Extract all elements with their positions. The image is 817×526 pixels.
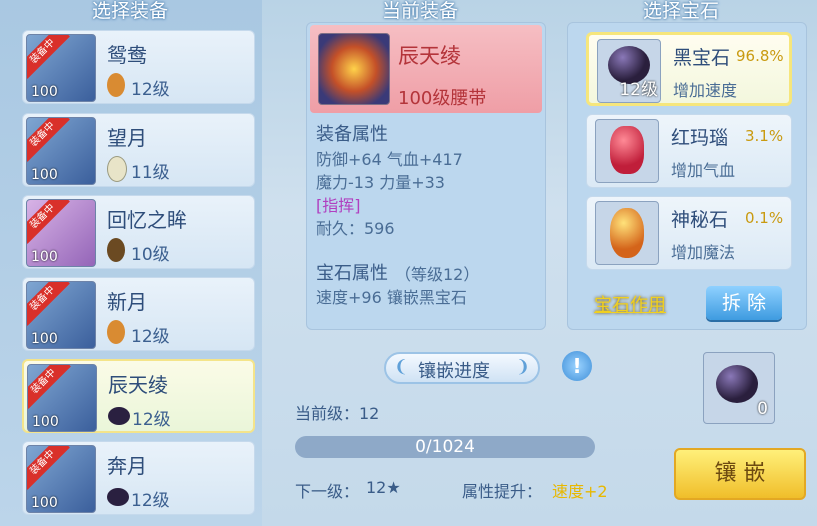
gem-slot: 12级 <box>597 39 661 103</box>
gem-slot <box>595 119 659 183</box>
next-level-value: 12★ <box>366 478 401 497</box>
gem-icon <box>108 407 130 425</box>
gem-icon <box>107 73 125 97</box>
gem-description: 增加速度 <box>673 81 738 100</box>
inlay-button[interactable]: 镶 嵌 <box>674 448 806 500</box>
gem-level: 12级 <box>131 80 170 100</box>
equipment-item-5-selected[interactable]: 装备中 100 辰天绫 12级 <box>22 359 255 433</box>
current-equipment-header: 当前装备 <box>382 0 459 22</box>
equipment-attr-line1: 防御+64 气血+417 <box>316 150 463 169</box>
equipment-item-4[interactable]: 装备中 100 新月 12级 <box>22 277 255 351</box>
gem-level-badge: 12级 <box>619 80 658 100</box>
red-agate-icon <box>610 126 644 174</box>
select-equipment-header: 选择装备 <box>92 0 169 22</box>
equipment-thumbnail: 装备中 100 <box>27 364 97 432</box>
equipment-name: 辰天绫 <box>108 373 168 397</box>
gem-attr-title: 宝石属性 <box>316 263 388 284</box>
equipment-thumbnail: 装备中 100 <box>26 34 96 102</box>
attr-up-value: 速度+2 <box>552 482 608 501</box>
gem-description: 增加魔法 <box>671 243 736 262</box>
inlay-progress-title-pill: ❨ 镶嵌进度 ❩ <box>384 352 540 384</box>
equipment-thumbnail: 装备中 100 <box>26 199 96 267</box>
equipped-tag: 装备中 <box>27 35 70 79</box>
equipment-item-6[interactable]: 装备中 100 奔月 12级 <box>22 441 255 515</box>
attr-up-label: 属性提升： <box>462 482 543 501</box>
equipment-level-badge: 100 <box>31 495 58 511</box>
black-gem-icon <box>716 365 758 403</box>
equipment-thumbnail: 装备中 100 <box>26 117 96 185</box>
equipped-tag: 装备中 <box>27 446 70 490</box>
equipment-name: 鸳鸯 <box>107 43 147 67</box>
gem-icon <box>107 488 129 506</box>
equipped-tag: 装备中 <box>27 200 70 244</box>
gem-icon <box>107 238 125 262</box>
equipment-item-3[interactable]: 装备中 100 回忆之眸 10级 <box>22 195 255 269</box>
gem-option-mystery-stone[interactable]: 神秘石 0.1% 增加魔法 <box>586 196 792 270</box>
equipment-level-badge: 100 <box>31 84 58 100</box>
inlay-progress-value: 0/1024 <box>415 437 475 457</box>
gem-level: 12级 <box>131 491 170 511</box>
gem-level: 12级 <box>132 410 171 430</box>
slot-count: 0 <box>757 399 768 419</box>
gem-effect-link[interactable]: 宝石作用 <box>594 291 666 317</box>
equipment-level-badge: 100 <box>31 331 58 347</box>
selected-gem-slot[interactable]: 0 <box>703 352 775 424</box>
select-gem-header: 选择宝石 <box>643 0 720 22</box>
gem-option-red-agate[interactable]: 红玛瑙 3.1% 增加气血 <box>586 114 792 188</box>
equipment-title: 辰天绫 <box>398 44 461 68</box>
equipment-item-1[interactable]: 装备中 100 鸳鸯 12级 <box>22 30 255 104</box>
equipment-special-skill: [指挥] <box>316 196 361 215</box>
gem-name: 黑宝石 <box>673 47 731 69</box>
current-level: 当前级：12 <box>295 404 380 423</box>
equipment-name: 新月 <box>107 290 147 314</box>
gem-name: 红玛瑙 <box>671 127 729 149</box>
gem-attr-line: 速度+96 镶嵌黑宝石 <box>316 288 467 307</box>
equipment-item-2[interactable]: 装备中 100 望月 11级 <box>22 113 255 187</box>
equipment-name: 奔月 <box>107 454 147 478</box>
remove-gem-button[interactable]: 拆 除 <box>706 286 782 320</box>
gem-probability: 0.1% <box>745 209 784 227</box>
equipment-attr-title: 装备属性 <box>316 124 388 145</box>
mystery-stone-icon <box>610 208 644 258</box>
gem-description: 增加气血 <box>671 161 736 180</box>
gem-attr-level: （等级12） <box>395 265 480 284</box>
swirl-left-icon: ❨ <box>394 357 409 377</box>
gem-icon <box>107 156 127 182</box>
info-icon[interactable]: ! <box>562 351 592 381</box>
gem-level: 11级 <box>131 163 170 183</box>
equipped-tag: 装备中 <box>27 282 70 326</box>
equipment-thumbnail: 装备中 100 <box>26 281 96 349</box>
equipment-name: 回忆之眸 <box>107 208 187 232</box>
equipment-name: 望月 <box>107 126 147 150</box>
equipment-level-badge: 100 <box>31 249 58 265</box>
equipped-tag: 装备中 <box>28 365 71 409</box>
gem-option-black[interactable]: 12级 黑宝石 96.8% 增加速度 <box>586 32 792 106</box>
gem-level: 12级 <box>131 327 170 347</box>
gem-icon <box>107 320 125 344</box>
equipment-durability: 耐久：596 <box>316 219 395 238</box>
gem-probability: 96.8% <box>736 47 784 65</box>
swirl-right-icon: ❩ <box>515 357 530 377</box>
gem-level: 10级 <box>131 245 170 265</box>
equipment-level-badge: 100 <box>31 167 58 183</box>
equipment-thumbnail: 装备中 100 <box>26 445 96 513</box>
equipment-level-badge: 100 <box>32 414 59 430</box>
gem-slot <box>595 201 659 265</box>
inlay-progress-bar: 0/1024 <box>295 436 595 458</box>
equipped-tag: 装备中 <box>27 118 70 162</box>
next-level-label: 下一级： <box>295 482 360 501</box>
gem-name: 神秘石 <box>671 209 729 231</box>
inlay-progress-title: 镶嵌进度 <box>418 361 490 382</box>
equipment-attr-line2: 魔力-13 力量+33 <box>316 173 445 192</box>
equipment-type: 100级腰带 <box>398 88 487 109</box>
gem-probability: 3.1% <box>745 127 784 145</box>
belt-equipment-icon <box>318 33 390 105</box>
